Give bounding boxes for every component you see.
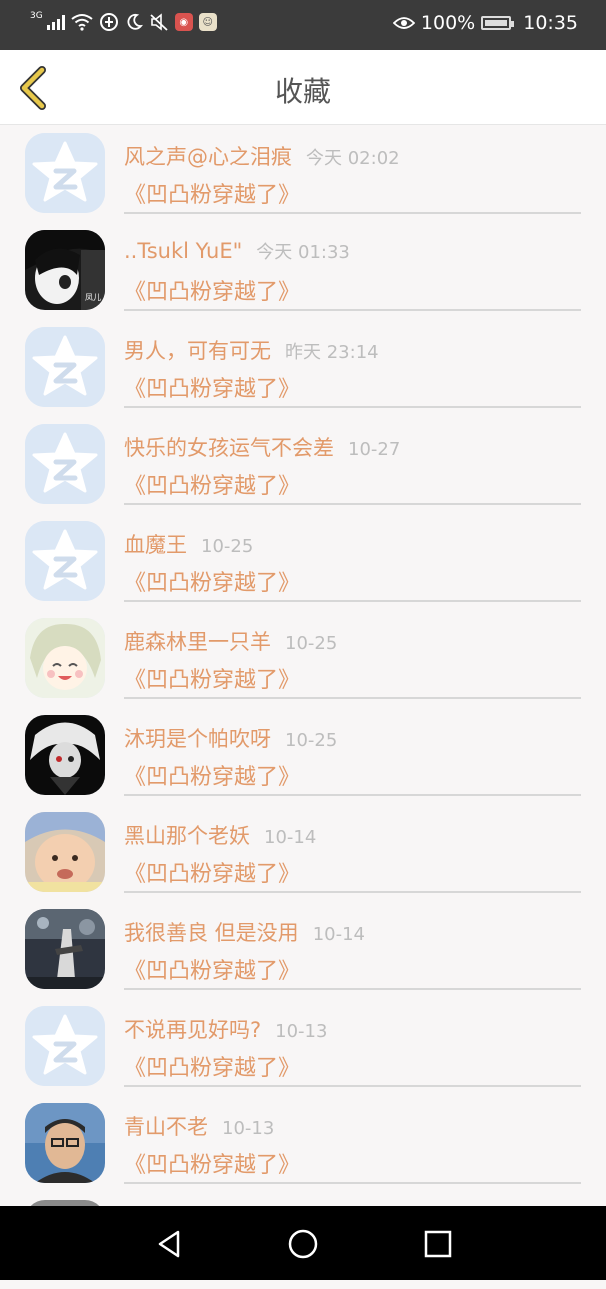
user-name[interactable]: 血魔王	[124, 533, 187, 557]
favorite-title[interactable]: 《凹凸粉穿越了》	[124, 662, 300, 694]
timestamp: 今天 02:02	[306, 148, 400, 169]
divider	[124, 406, 581, 408]
favorite-title[interactable]: 《凹凸粉穿越了》	[124, 274, 300, 306]
user-name[interactable]: 黑山那个老妖	[124, 824, 250, 848]
avatar-image	[25, 424, 105, 504]
list-item[interactable]: 凤儿 ..Tsukl YuE" 今天 01:33 《凹凸粉穿越了》	[0, 222, 606, 319]
app-notification-icon-2: ☺	[198, 13, 217, 31]
avatar-image	[25, 909, 105, 989]
list-item[interactable]: 青山不老 10-13 《凹凸粉穿越了》	[0, 1095, 606, 1192]
avatar-image	[25, 133, 105, 213]
battery-percent: 100%	[420, 12, 476, 34]
svg-text:凤儿: 凤儿	[85, 293, 101, 302]
user-name[interactable]: 快乐的女孩运气不会差	[124, 436, 334, 460]
timestamp: 10-25	[201, 536, 254, 557]
list-item[interactable]: 风之声@心之泪痕 今天 02:02 《凹凸粉穿越了》	[0, 125, 606, 222]
list-item[interactable]: 我很善良 但是没用 10-14 《凹凸粉穿越了》	[0, 901, 606, 998]
user-name[interactable]: 沐玥是个帕吹呀	[124, 727, 271, 751]
favorite-title[interactable]: 《凹凸粉穿越了》	[124, 468, 300, 500]
status-bar: 3G ◉ ☺ 100% 10:35	[0, 0, 606, 50]
avatar[interactable]	[25, 909, 105, 989]
list-item[interactable]: 鹿森林里一只羊 10-25 《凹凸粉穿越了》	[0, 610, 606, 707]
list-item[interactable]: 男人，可有可无 昨天 23:14 《凹凸粉穿越了》	[0, 319, 606, 416]
avatar-image	[25, 327, 105, 407]
divider	[124, 212, 581, 214]
list-item[interactable]: 黑山那个老妖 10-14 《凹凸粉穿越了》	[0, 804, 606, 901]
avatar[interactable]	[25, 1103, 105, 1183]
back-triangle-icon[interactable]	[150, 1224, 190, 1264]
avatar[interactable]	[25, 715, 105, 795]
favorite-title[interactable]: 《凹凸粉穿越了》	[124, 565, 300, 597]
divider	[124, 1085, 581, 1087]
list-item[interactable]: 快乐的女孩运气不会差 10-27 《凹凸粉穿越了》	[0, 416, 606, 513]
list-item[interactable]: 血魔王 10-25 《凹凸粉穿越了》	[0, 513, 606, 610]
avatar-image: 凤儿	[25, 230, 105, 310]
clock: 10:35	[523, 12, 578, 34]
avatar-image	[25, 618, 105, 698]
app-header: 收藏	[0, 50, 606, 125]
recents-square-icon[interactable]	[418, 1224, 458, 1264]
divider	[124, 1182, 581, 1184]
timestamp: 10-25	[285, 633, 338, 654]
user-name[interactable]: 青山不老	[124, 1115, 208, 1139]
list-item[interactable]: 沐玥是个帕吹呀 10-25 《凹凸粉穿越了》	[0, 707, 606, 804]
favorite-title[interactable]: 《凹凸粉穿越了》	[124, 371, 300, 403]
eye-comfort-icon	[392, 17, 415, 29]
avatar[interactable]	[25, 1006, 105, 1086]
system-nav-bar	[0, 1206, 606, 1280]
divider	[124, 697, 581, 699]
user-name[interactable]: 风之声@心之泪痕	[124, 145, 292, 169]
network-type: 3G	[30, 11, 43, 21]
user-name[interactable]: 不说再见好吗?	[124, 1018, 261, 1042]
favorite-title[interactable]: 《凹凸粉穿越了》	[124, 856, 300, 888]
favorite-title[interactable]: 《凹凸粉穿越了》	[124, 177, 300, 209]
divider	[124, 309, 581, 311]
timestamp: 10-27	[348, 439, 401, 460]
avatar[interactable]: 凤儿	[25, 230, 105, 310]
mute-icon	[150, 13, 168, 31]
favorites-list: 风之声@心之泪痕 今天 02:02 《凹凸粉穿越了》 凤儿 ..Tsukl YuE…	[0, 125, 606, 1289]
favorite-title[interactable]: 《凹凸粉穿越了》	[124, 1050, 300, 1082]
do-not-disturb-moon-icon	[127, 13, 143, 30]
data-saver-icon	[99, 13, 118, 31]
wifi-icon	[71, 14, 93, 31]
user-name[interactable]: 男人，可有可无	[124, 339, 271, 363]
battery-icon	[481, 16, 515, 30]
page-title: 收藏	[274, 75, 331, 108]
avatar[interactable]	[25, 521, 105, 601]
favorite-title[interactable]: 《凹凸粉穿越了》	[124, 953, 300, 985]
divider	[124, 891, 581, 893]
avatar[interactable]	[25, 424, 105, 504]
favorite-title[interactable]: 《凹凸粉穿越了》	[124, 759, 300, 791]
avatar-image	[25, 1103, 105, 1183]
timestamp: 今天 01:33	[256, 242, 350, 263]
timestamp: 10-14	[264, 827, 317, 848]
home-circle-icon[interactable]	[283, 1224, 323, 1264]
timestamp: 10-14	[312, 924, 365, 945]
signal-icon	[46, 14, 65, 30]
timestamp: 昨天 23:14	[285, 342, 379, 363]
timestamp: 10-13	[222, 1118, 275, 1139]
app-notification-icon: ◉	[174, 13, 193, 31]
avatar[interactable]	[25, 618, 105, 698]
user-name[interactable]: 我很善良 但是没用	[124, 921, 299, 945]
user-name[interactable]: 鹿森林里一只羊	[124, 630, 271, 654]
favorite-title[interactable]: 《凹凸粉穿越了》	[124, 1147, 300, 1179]
divider	[124, 503, 581, 505]
avatar-image	[25, 1006, 105, 1086]
divider	[124, 600, 581, 602]
avatar[interactable]	[25, 812, 105, 892]
divider	[124, 988, 581, 990]
list-item[interactable]: 不说再见好吗? 10-13 《凹凸粉穿越了》	[0, 998, 606, 1095]
avatar[interactable]	[25, 327, 105, 407]
timestamp: 10-13	[275, 1021, 328, 1042]
divider	[124, 794, 581, 796]
avatar-image	[25, 812, 105, 892]
avatar-image	[25, 521, 105, 601]
user-name[interactable]: ..Tsukl YuE"	[124, 239, 242, 263]
avatar-image	[25, 715, 105, 795]
timestamp: 10-25	[285, 730, 338, 751]
avatar[interactable]	[25, 133, 105, 213]
